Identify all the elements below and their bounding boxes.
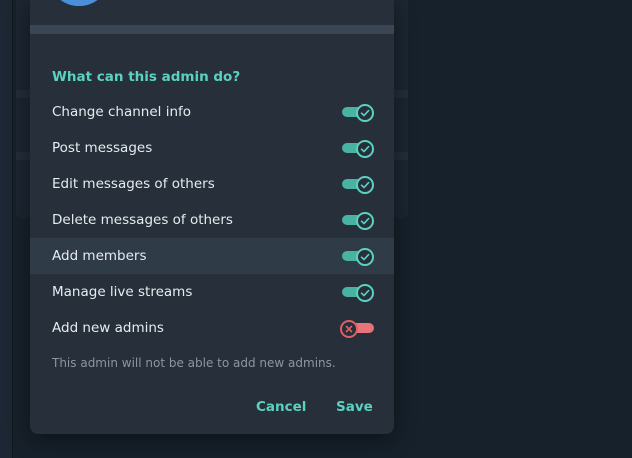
permission-label: Add new admins — [52, 320, 164, 336]
cancel-button[interactable]: Cancel — [256, 392, 306, 422]
permission-label: Change channel info — [52, 104, 192, 120]
permission-label: Post messages — [52, 140, 153, 156]
check-icon — [356, 248, 374, 266]
permission-row-delete-messages[interactable]: Delete messages of others — [30, 202, 394, 238]
permission-toggle[interactable] — [342, 248, 374, 266]
check-icon — [356, 176, 374, 194]
permission-label: Delete messages of others — [52, 212, 233, 228]
permissions-list: Change channel info Post messages Edit m… — [30, 94, 394, 346]
permission-note: This admin will not be able to add new a… — [52, 356, 336, 370]
permission-row-post-messages[interactable]: Post messages — [30, 130, 394, 166]
check-icon — [356, 140, 374, 158]
avatar — [52, 0, 106, 6]
permission-toggle[interactable] — [342, 212, 374, 230]
permission-row-change-channel-info[interactable]: Change channel info — [30, 94, 394, 130]
permission-row-edit-messages[interactable]: Edit messages of others — [30, 166, 394, 202]
check-icon — [356, 212, 374, 230]
save-button[interactable]: Save — [336, 392, 373, 422]
check-icon — [356, 104, 374, 122]
permission-toggle[interactable] — [342, 176, 374, 194]
section-title: What can this admin do? — [52, 69, 241, 85]
permission-toggle[interactable] — [342, 104, 374, 122]
permission-row-add-members[interactable]: Add members — [30, 238, 394, 274]
permission-toggle[interactable] — [342, 140, 374, 158]
permission-toggle[interactable] — [342, 284, 374, 302]
permission-label: Manage live streams — [52, 284, 193, 300]
background-sidebar — [0, 0, 13, 458]
cross-icon — [340, 320, 358, 338]
section-separator — [30, 25, 394, 34]
permission-label: Add members — [52, 248, 147, 264]
permission-row-manage-live-streams[interactable]: Manage live streams — [30, 274, 394, 310]
admin-rights-dialog: What can this admin do? Change channel i… — [30, 0, 394, 434]
permission-toggle[interactable] — [340, 320, 374, 338]
check-icon — [356, 284, 374, 302]
permission-label: Edit messages of others — [52, 176, 215, 192]
permission-row-add-new-admins[interactable]: Add new admins — [30, 310, 394, 346]
